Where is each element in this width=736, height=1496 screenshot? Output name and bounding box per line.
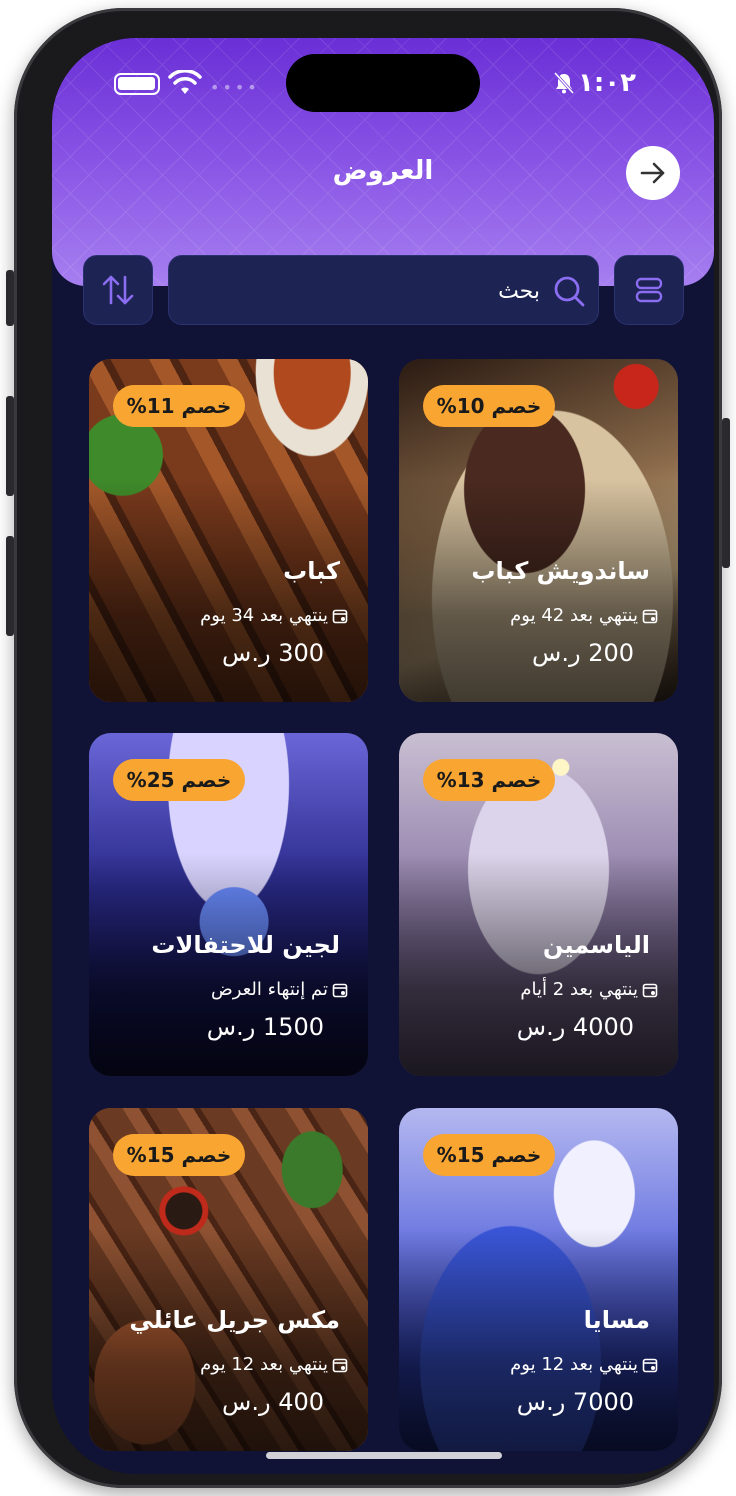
list-layout-icon [635,277,663,303]
volume-up-button [6,396,14,496]
back-button[interactable] [626,146,680,200]
status-time: ١:٠٢ [577,68,636,98]
discount-badge: خصم 25% [113,759,245,801]
search-input[interactable] [240,270,540,312]
offer-expiry-text: ينتهي بعد 12 يوم [200,1354,328,1375]
arrow-right-icon [640,162,665,184]
discount-badge: خصم 13% [423,759,555,801]
offer-price: 4000 ر.س [516,1013,634,1041]
calendar-icon [642,1358,658,1372]
wifi-icon [168,70,202,94]
search-icon [554,276,585,307]
offer-expiry: ينتهي بعد 42 يوم [510,605,658,626]
offer-price: 200 ر.س [532,639,634,667]
offer-expiry: تم إنتهاء العرض [211,979,348,1000]
offer-name: كباب [283,557,340,585]
offer-price: 400 ر.س [222,1388,324,1416]
discount-badge: خصم 10% [423,385,555,427]
offer-card[interactable]: خصم 25% لجين للاحتفالات تم إنتهاء العرض … [89,733,368,1076]
calendar-icon [642,983,658,997]
offer-name: ساندويش كباب [471,557,650,585]
dynamic-island [286,54,480,112]
discount-badge: خصم 15% [423,1134,555,1176]
offer-name: الياسمين [542,931,650,959]
offer-expiry: ينتهي بعد 2 أيام [520,979,658,1000]
offer-card[interactable]: خصم 13% الياسمين ينتهي بعد 2 أيام 4000 ر… [399,733,678,1076]
calendar-icon [642,609,658,623]
offer-card[interactable]: خصم 15% مسايا ينتهي بعد 12 يوم 7000 ر.س [399,1108,678,1451]
calendar-icon [332,983,348,997]
silent-switch [6,270,14,326]
sort-button[interactable] [83,255,153,325]
power-button [722,418,730,568]
calendar-icon [332,1358,348,1372]
volume-down-button [6,536,14,636]
offer-card[interactable]: خصم 15% مكس جريل عائلي ينتهي بعد 12 يوم … [89,1108,368,1451]
page-title: العروض [332,156,434,186]
offer-expiry-text: ينتهي بعد 34 يوم [200,605,328,626]
offer-price: 7000 ر.س [516,1388,634,1416]
offer-expiry-text: ينتهي بعد 2 أيام [520,979,638,1000]
home-indicator[interactable] [266,1452,502,1459]
bell-slash-icon [554,72,574,94]
offer-expiry-text: تم إنتهاء العرض [211,979,328,1000]
offer-name: مكس جريل عائلي [129,1306,340,1334]
discount-badge: خصم 15% [113,1134,245,1176]
phone-frame: •••• ١:٠٢ العروض بحث خصم 10% ساندويش كبا… [6,8,730,1488]
calendar-icon [332,609,348,623]
offer-price: 1500 ر.س [206,1013,324,1041]
offer-price: 300 ر.س [222,639,324,667]
app-screen: •••• ١:٠٢ العروض بحث خصم 10% ساندويش كبا… [52,38,714,1474]
cellular-dots-icon: •••• [210,78,260,97]
battery-icon [114,73,160,95]
discount-badge: خصم 11% [113,385,245,427]
offer-expiry: ينتهي بعد 12 يوم [200,1354,348,1375]
layout-toggle-button[interactable] [614,255,684,325]
offer-expiry-text: ينتهي بعد 12 يوم [510,1354,638,1375]
offer-card[interactable]: خصم 10% ساندويش كباب ينتهي بعد 42 يوم 20… [399,359,678,702]
offer-expiry-text: ينتهي بعد 42 يوم [510,605,638,626]
offer-card[interactable]: خصم 11% كباب ينتهي بعد 34 يوم 300 ر.س [89,359,368,702]
sort-arrows-icon [102,275,134,305]
search-bar[interactable] [168,255,599,325]
offer-name: لجين للاحتفالات [151,931,340,959]
offer-expiry: ينتهي بعد 12 يوم [510,1354,658,1375]
offer-expiry: ينتهي بعد 34 يوم [200,605,348,626]
offer-name: مسايا [583,1306,650,1334]
